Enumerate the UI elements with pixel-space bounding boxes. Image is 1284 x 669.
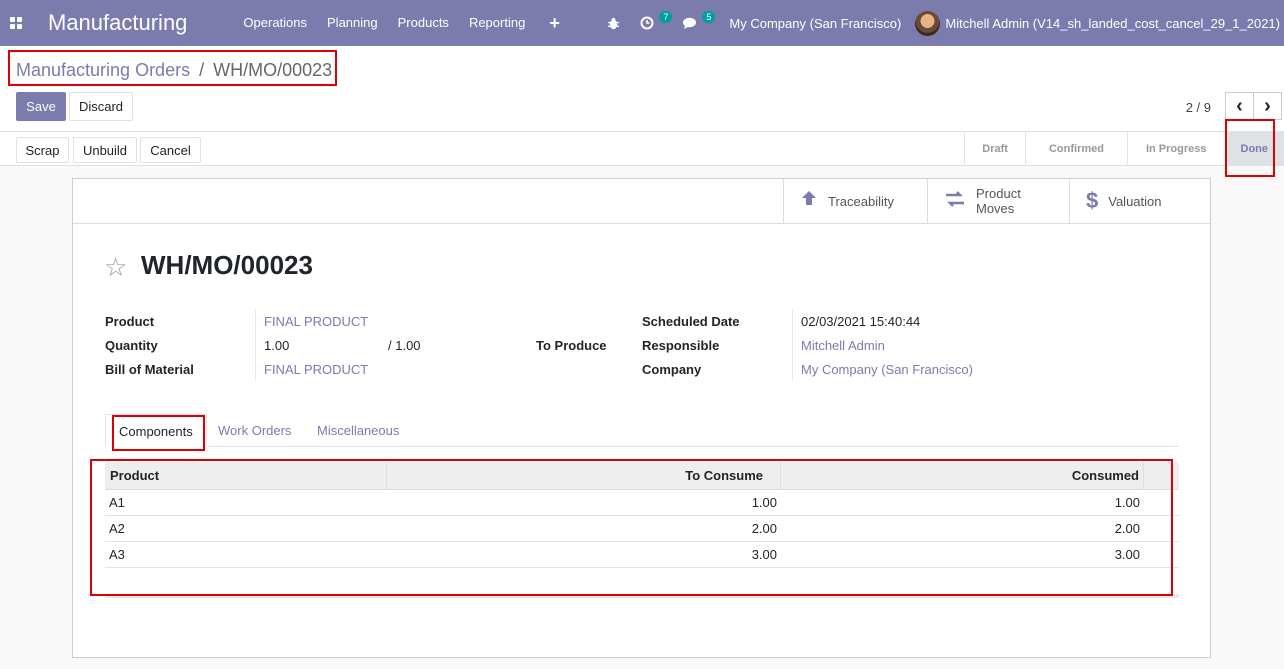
messages-icon[interactable]: 5 bbox=[672, 0, 716, 46]
user-menu[interactable]: Mitchell Admin (V14_sh_landed_cost_cance… bbox=[915, 10, 1284, 36]
to-produce-label: To Produce bbox=[536, 338, 607, 353]
field-separator bbox=[255, 309, 256, 381]
record-title: WH/MO/00023 bbox=[141, 250, 313, 280]
smart-buttons: Traceability Product Moves $ Valuation bbox=[783, 179, 1210, 223]
tab-miscellaneous[interactable]: Miscellaneous bbox=[317, 414, 399, 447]
menu-reporting[interactable]: Reporting bbox=[459, 0, 535, 46]
bug-icon[interactable] bbox=[597, 0, 630, 46]
responsible-field[interactable]: Mitchell Admin bbox=[801, 338, 885, 353]
scheduled-date-label: Scheduled Date bbox=[642, 314, 740, 329]
top-navbar: Manufacturing Operations Planning Produc… bbox=[0, 0, 1284, 46]
form-sheet: Traceability Product Moves $ Valuation ☆… bbox=[72, 178, 1211, 658]
components-table-highlight bbox=[90, 459, 1173, 596]
breadcrumb-highlight bbox=[8, 50, 337, 86]
cancel-button[interactable]: Cancel bbox=[140, 137, 201, 163]
product-label: Product bbox=[105, 314, 155, 329]
stage-in-progress[interactable]: In Progress bbox=[1126, 132, 1225, 166]
main-menu: Operations Planning Products Reporting bbox=[233, 0, 535, 46]
messages-badge: 5 bbox=[702, 11, 716, 23]
product-moves-label: Product Moves bbox=[976, 186, 1021, 216]
responsible-label: Responsible bbox=[642, 338, 720, 353]
arrow-up-icon bbox=[800, 189, 818, 213]
company-field[interactable]: My Company (San Francisco) bbox=[801, 362, 973, 377]
stage-done-highlight bbox=[1225, 119, 1275, 177]
notebook-tabs: Components Work Orders Miscellaneous bbox=[105, 414, 1179, 447]
chevron-right-icon: › bbox=[1264, 95, 1271, 117]
stage-confirmed[interactable]: Confirmed bbox=[1024, 132, 1127, 166]
traceability-label: Traceability bbox=[828, 193, 894, 209]
product-moves-button[interactable]: Product Moves bbox=[927, 179, 1069, 223]
quantity-total: / 1.00 bbox=[388, 338, 421, 353]
activity-clock-icon[interactable]: 7 bbox=[630, 0, 673, 46]
unbuild-button[interactable]: Unbuild bbox=[73, 137, 137, 163]
divider bbox=[73, 223, 1210, 224]
dollar-icon: $ bbox=[1086, 188, 1099, 213]
exchange-icon bbox=[944, 190, 966, 213]
components-tab-highlight bbox=[112, 415, 205, 451]
bom-field[interactable]: FINAL PRODUCT bbox=[264, 362, 368, 377]
pager-previous-button[interactable]: ‹ bbox=[1225, 92, 1254, 120]
product-field[interactable]: FINAL PRODUCT bbox=[264, 314, 368, 329]
avatar bbox=[915, 10, 941, 36]
bom-label: Bill of Material bbox=[105, 362, 194, 377]
app-name[interactable]: Manufacturing bbox=[48, 10, 187, 36]
company-label: Company bbox=[642, 362, 702, 377]
scheduled-date-field[interactable]: 02/03/2021 15:40:44 bbox=[801, 314, 920, 329]
quick-create-plus-icon[interactable]: + bbox=[549, 0, 560, 46]
valuation-label: Valuation bbox=[1108, 193, 1162, 209]
quantity-field[interactable]: 1.00 bbox=[264, 338, 289, 353]
status-bar: Scrap Unbuild Cancel Draft Confirmed In … bbox=[0, 131, 1284, 166]
control-panel: Manufacturing Orders / WH/MO/00023 Save … bbox=[0, 46, 1284, 177]
save-button[interactable]: Save bbox=[16, 92, 66, 121]
menu-operations[interactable]: Operations bbox=[233, 0, 317, 46]
apps-menu-icon[interactable] bbox=[0, 0, 32, 46]
quantity-label: Quantity bbox=[105, 338, 158, 353]
valuation-button[interactable]: $ Valuation bbox=[1069, 179, 1210, 223]
user-name: Mitchell Admin (V14_sh_landed_cost_cance… bbox=[945, 15, 1280, 31]
field-separator bbox=[792, 309, 793, 381]
company-switcher[interactable]: My Company (San Francisco) bbox=[715, 16, 915, 31]
menu-products[interactable]: Products bbox=[388, 0, 459, 46]
stage-draft[interactable]: Draft bbox=[964, 132, 1025, 166]
priority-star-icon[interactable]: ☆ bbox=[104, 252, 127, 283]
discard-button[interactable]: Discard bbox=[69, 92, 133, 121]
pager-value: 2 / 9 bbox=[1185, 100, 1211, 115]
tab-work-orders[interactable]: Work Orders bbox=[218, 414, 291, 447]
scrap-button[interactable]: Scrap bbox=[16, 137, 69, 163]
traceability-button[interactable]: Traceability bbox=[783, 179, 927, 223]
chevron-left-icon: ‹ bbox=[1236, 95, 1243, 117]
activity-badge: 7 bbox=[659, 11, 673, 23]
menu-planning[interactable]: Planning bbox=[317, 0, 388, 46]
pager-next-button[interactable]: › bbox=[1253, 92, 1282, 120]
